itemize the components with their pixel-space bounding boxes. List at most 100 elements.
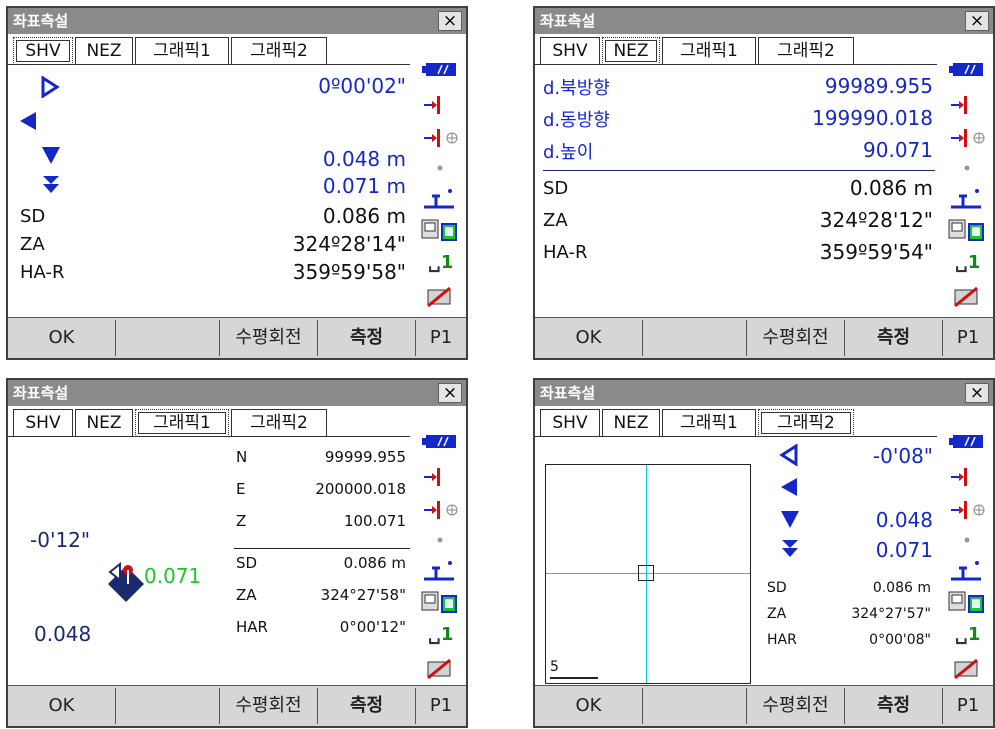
edit-icon[interactable]	[941, 282, 993, 312]
za-label: ZA	[236, 586, 257, 604]
tab-shv[interactable]: SHV	[540, 37, 600, 65]
rotate-horizontal-button[interactable]: 수평회전	[220, 320, 318, 356]
rotate-horizontal-button[interactable]: 수평회전	[220, 688, 318, 724]
tab-graphic1[interactable]: 그래픽1	[135, 409, 229, 437]
sd-value: 0.086 m	[322, 204, 406, 228]
blank-button[interactable]	[116, 688, 220, 724]
har-label: HAR	[236, 618, 268, 636]
close-button[interactable]: ×	[965, 11, 989, 31]
tab-nez[interactable]: NEZ	[602, 37, 660, 65]
tab-shv[interactable]: SHV	[13, 37, 73, 65]
instrument-icon[interactable]	[414, 588, 466, 618]
prism-icon[interactable]	[414, 555, 466, 585]
sd-label: SD	[543, 178, 569, 199]
tab-graphic1[interactable]: 그래픽1	[135, 37, 229, 65]
tab-bar: SHV NEZ 그래픽1 그래픽2	[8, 34, 466, 65]
sd-label: SD	[20, 206, 46, 227]
prism-icon[interactable]	[941, 555, 993, 585]
battery-icon	[422, 63, 456, 76]
ok-button[interactable]: OK	[535, 320, 643, 356]
measure-button[interactable]: 측정	[845, 688, 943, 724]
tab-graphic2[interactable]: 그래픽2	[231, 409, 327, 437]
rotate-horizontal-button[interactable]: 수평회전	[747, 688, 845, 724]
window-title: 좌표측설	[535, 8, 993, 34]
blank-button[interactable]	[643, 688, 747, 724]
ok-button[interactable]: OK	[8, 320, 116, 356]
n-value: 99999.955	[324, 448, 406, 466]
za-value: 324º28'12"	[819, 208, 933, 232]
divider	[543, 170, 935, 171]
ok-button[interactable]: OK	[8, 688, 116, 724]
angle-value: -0'08"	[872, 444, 933, 468]
panel-shv: 좌표측설 × SHV NEZ 그래픽1 그래픽2 0º00'02" 0.048 …	[6, 6, 468, 360]
scale-label: 5	[550, 659, 559, 675]
target-icon[interactable]	[941, 90, 993, 120]
e-label: E	[236, 480, 246, 498]
tab-graphic2[interactable]: 그래픽2	[758, 409, 854, 437]
prism-const-icon: ␣1	[428, 252, 454, 273]
close-button[interactable]: ×	[438, 11, 462, 31]
blank-button[interactable]	[116, 320, 220, 356]
status-icon-column: ␣1	[414, 38, 466, 308]
edit-icon[interactable]	[414, 282, 466, 312]
dot-icon	[964, 165, 970, 171]
tab-graphic2[interactable]: 그래픽2	[758, 37, 854, 65]
har-value: 359º59'58"	[292, 260, 406, 284]
instrument-icon[interactable]	[941, 216, 993, 246]
rotate-horizontal-button[interactable]: 수평회전	[747, 320, 845, 356]
target-crosshair-icon[interactable]	[414, 495, 466, 525]
tab-shv[interactable]: SHV	[540, 409, 600, 437]
target-icon[interactable]	[414, 90, 466, 120]
page-button[interactable]: P1	[416, 320, 466, 356]
prism-icon[interactable]	[414, 183, 466, 213]
prism-icon[interactable]	[941, 183, 993, 213]
tab-graphic1[interactable]: 그래픽1	[662, 409, 756, 437]
status-icon-column: ␣1	[414, 410, 466, 680]
measure-button[interactable]: 측정	[318, 320, 416, 356]
target-crosshair-icon[interactable]	[414, 123, 466, 153]
content-area: 5 -0'08" 0.048 0.071 SD 0.086 m ZA 324°2…	[541, 440, 935, 684]
measure-button[interactable]: 측정	[845, 320, 943, 356]
target-icon[interactable]	[414, 462, 466, 492]
page-button[interactable]: P1	[943, 320, 993, 356]
tab-underline	[535, 436, 937, 437]
har-value: 359º59'54"	[819, 240, 933, 264]
page-button[interactable]: P1	[416, 688, 466, 724]
measure-button[interactable]: 측정	[318, 688, 416, 724]
instrument-icon[interactable]	[941, 588, 993, 618]
battery-icon	[949, 435, 983, 448]
target-crosshair-icon[interactable]	[941, 123, 993, 153]
close-button[interactable]: ×	[965, 383, 989, 403]
status-icon-column: ␣1	[941, 38, 993, 308]
target-icon[interactable]	[941, 462, 993, 492]
edit-icon[interactable]	[941, 654, 993, 684]
tab-graphic2[interactable]: 그래픽2	[231, 37, 327, 65]
tab-graphic1[interactable]: 그래픽1	[662, 37, 756, 65]
bottom-softkeys: OK 수평회전 측정 P1	[8, 317, 466, 358]
tab-nez[interactable]: NEZ	[602, 409, 660, 437]
instrument-icon[interactable]	[414, 216, 466, 246]
angle-offset: -0'12"	[30, 528, 91, 552]
prism-const-icon: ␣1	[428, 624, 454, 645]
close-button[interactable]: ×	[438, 383, 462, 403]
sd-value: 0.086 m	[343, 554, 406, 572]
target-crosshair-icon[interactable]	[941, 495, 993, 525]
d-height-label: d.높이	[543, 142, 594, 163]
za-value: 324°27'58"	[320, 586, 406, 604]
har-label: HA-R	[543, 242, 588, 263]
tab-shv[interactable]: SHV	[13, 409, 73, 437]
panel-graphic1: 좌표측설 × SHV NEZ 그래픽1 그래픽2 -0'12" 0.071 0.…	[6, 378, 468, 728]
za-label: ZA	[543, 210, 568, 231]
blank-button[interactable]	[643, 320, 747, 356]
tab-nez[interactable]: NEZ	[75, 37, 133, 65]
z-label: Z	[236, 512, 247, 530]
d-height-value: 90.071	[863, 138, 933, 162]
ok-button[interactable]: OK	[535, 688, 643, 724]
scale-bar	[550, 677, 598, 679]
edit-icon[interactable]	[414, 654, 466, 684]
har-label: HAR	[767, 632, 797, 648]
za-value: 324°27'57"	[851, 606, 931, 622]
tab-nez[interactable]: NEZ	[75, 409, 133, 437]
page-button[interactable]: P1	[943, 688, 993, 724]
tab-underline	[8, 64, 410, 65]
